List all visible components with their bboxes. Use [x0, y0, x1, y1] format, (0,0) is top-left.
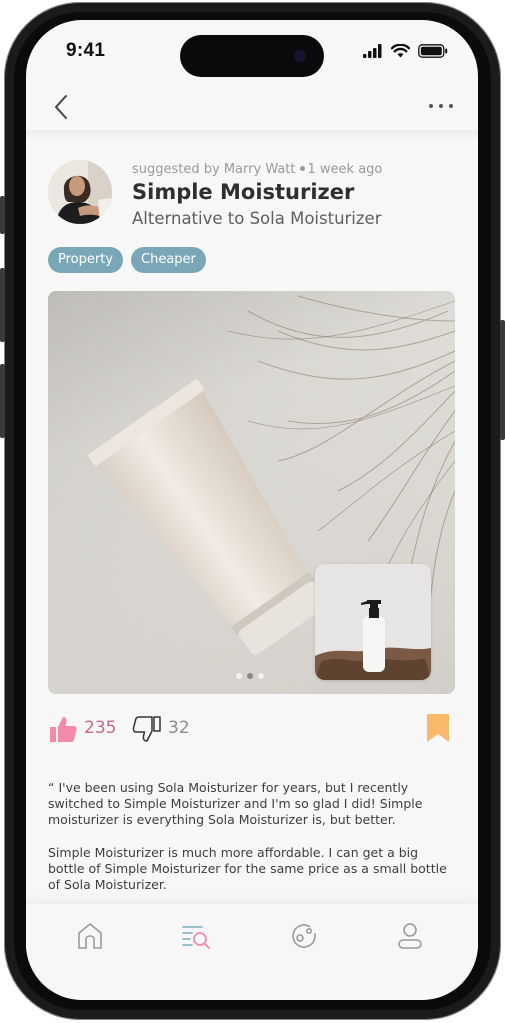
post-meta: suggested by Marry Watt 1 week ago [132, 162, 382, 177]
suggested-by-text[interactable]: suggested by Marry Watt [132, 162, 296, 177]
power-button [500, 320, 505, 440]
tab-explore[interactable] [288, 920, 320, 952]
header-divider [26, 130, 478, 140]
bookmark-icon [427, 714, 449, 742]
like-button[interactable] [48, 714, 78, 744]
dislike-button[interactable] [132, 714, 162, 744]
product-thumbnail[interactable] [315, 564, 431, 680]
tab-profile[interactable] [394, 920, 426, 952]
status-time: 9:41 [66, 40, 106, 61]
top-navigation [26, 84, 478, 130]
chevron-left-icon [55, 95, 67, 119]
thumbs-up-icon [50, 717, 77, 742]
tab-home[interactable] [74, 920, 106, 952]
tag-property[interactable]: Property [48, 247, 124, 273]
tab-search-list[interactable] [180, 920, 212, 952]
product-title: Simple Moisturizer [132, 180, 355, 204]
post-actions: 235 32 [48, 712, 455, 746]
like-count: 235 [84, 718, 117, 738]
product-image-carousel[interactable] [48, 291, 455, 694]
battery-icon [418, 44, 448, 58]
product-subtitle: Alternative to Sola Moisturizer [132, 209, 382, 228]
wifi-icon [391, 44, 410, 58]
status-icons [363, 42, 448, 60]
pager-dot[interactable] [236, 673, 242, 679]
tag-list: Property Cheaper [48, 247, 206, 273]
review-paragraph: “ I've been using Sola Moisturizer for y… [48, 780, 423, 827]
home-icon [78, 923, 102, 949]
avatar[interactable] [48, 160, 112, 224]
tag-cheaper[interactable]: Cheaper [131, 247, 206, 273]
bottom-tab-bar [26, 904, 478, 1000]
signal-icon [363, 44, 382, 58]
camera-icon [294, 50, 306, 62]
volume-down-button [0, 364, 5, 438]
volume-up-button [0, 268, 5, 342]
profile-icon [398, 923, 422, 949]
carousel-pager [236, 673, 264, 679]
dynamic-island [180, 35, 324, 77]
pager-dot[interactable] [258, 673, 264, 679]
explore-icon [292, 924, 316, 948]
ellipsis-icon [429, 104, 453, 108]
search-list-icon [182, 926, 210, 949]
pager-dot-active[interactable] [247, 673, 253, 679]
review-paragraph: Simple Moisturizer is much more affordab… [48, 845, 447, 892]
back-button[interactable] [48, 92, 74, 122]
pump-bottle-image [315, 564, 431, 680]
thumbs-down-icon [132, 716, 161, 742]
separator-dot [299, 166, 305, 171]
more-options-button[interactable] [426, 98, 456, 114]
time-ago-text: 1 week ago [307, 162, 383, 177]
bookmark-button[interactable] [427, 714, 449, 744]
app-screen: 9:41 suggested by Marry Watt 1 week ago … [26, 20, 478, 1000]
action-button [0, 196, 5, 234]
user-photo [48, 160, 112, 224]
review-text: “ I've been using Sola Moisturizer for y… [48, 780, 458, 910]
dislike-count: 32 [168, 718, 190, 738]
